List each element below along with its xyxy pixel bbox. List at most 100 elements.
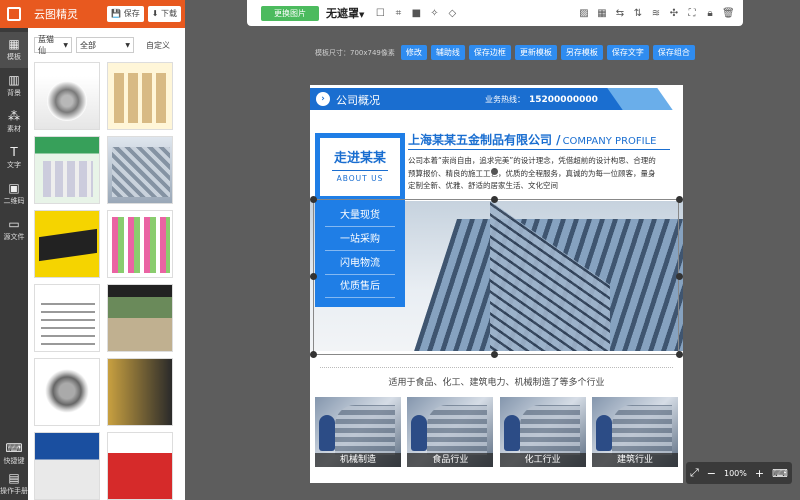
- template-thumbnail[interactable]: [34, 210, 100, 278]
- divider: [408, 149, 670, 150]
- zoom-in-button[interactable]: +: [755, 467, 764, 480]
- chevron-down-icon: ▼: [125, 41, 130, 49]
- rail-label: 文字: [7, 161, 21, 169]
- resize-handle[interactable]: [310, 351, 317, 358]
- chevron-down-icon: ▼: [359, 11, 365, 19]
- magic-wand-icon[interactable]: ✧: [428, 8, 440, 19]
- dotted-divider: [320, 367, 673, 368]
- eraser-icon[interactable]: ◇: [446, 8, 458, 19]
- template-size-text: 模板尺寸：700x749像素: [315, 48, 395, 57]
- template-thumbnail[interactable]: [34, 284, 100, 352]
- template-thumbnail[interactable]: [107, 62, 173, 130]
- save-border-button[interactable]: 保存边框: [468, 45, 511, 60]
- replace-image-button[interactable]: 更换图片: [261, 5, 319, 21]
- custom-link[interactable]: 自定义: [146, 40, 170, 51]
- resize-handle[interactable]: [310, 273, 317, 280]
- template-thumbnail[interactable]: [107, 210, 173, 278]
- lock-icon[interactable]: 🔒︎: [704, 8, 716, 19]
- keyboard-icon[interactable]: ⌨: [772, 467, 788, 480]
- guides-button[interactable]: 辅助线: [430, 45, 465, 60]
- resize-handle[interactable]: [310, 196, 317, 203]
- design-canvas[interactable]: › 公司概况 业务热线： 15200000000 上海某某五金制品有限公司 / CO…: [310, 85, 683, 483]
- resize-handle[interactable]: [491, 196, 498, 203]
- style-select-value: 蓝猫仙: [38, 35, 54, 55]
- industry-card[interactable]: 食品行业: [407, 397, 494, 467]
- section-header[interactable]: › 公司概况 业务热线： 15200000000: [310, 88, 683, 110]
- editor-toolbar: 更换图片 无遮罩▼ ☐ ⌗ ■ ✧ ◇ ▨ ▦ ⇆ ⇅ ≋ ✣ ⛶ 🔒︎ 🗑︎: [247, 0, 743, 26]
- fullscreen-icon[interactable]: ⛶: [686, 8, 698, 19]
- rail-item-manual[interactable]: ▤ 操作手册: [0, 466, 28, 500]
- chevron-down-icon: ▼: [63, 41, 68, 49]
- rotate-handle[interactable]: [491, 168, 498, 175]
- app-logo-icon[interactable]: [0, 0, 28, 28]
- rail-label: 源文件: [3, 233, 25, 241]
- update-template-button[interactable]: 更新模板: [514, 45, 557, 60]
- rail-item-template[interactable]: ▦ 模板: [0, 32, 28, 68]
- background-icon: ▥: [8, 73, 20, 87]
- download-label: 下载: [161, 9, 177, 18]
- mosaic-icon[interactable]: ▦: [596, 8, 608, 19]
- save-group-button[interactable]: 保存组合: [652, 45, 695, 60]
- industry-card[interactable]: 化工行业: [499, 397, 586, 467]
- image-icon[interactable]: ▨: [578, 8, 590, 19]
- rail-label: 模板: [7, 53, 21, 61]
- fit-screen-icon[interactable]: ⤢: [690, 466, 699, 480]
- rail-item-source[interactable]: ▭ 源文件: [0, 212, 28, 248]
- category-select[interactable]: 全部 ▼: [76, 37, 134, 53]
- style-select[interactable]: 蓝猫仙 ▼: [34, 35, 72, 55]
- feature-item: 闪电物流: [315, 253, 405, 275]
- save-text-button[interactable]: 保存文字: [606, 45, 649, 60]
- company-name-en: COMPANY PROFILE: [562, 136, 657, 147]
- rail-item-background[interactable]: ▥ 背景: [0, 68, 28, 104]
- fill-color-icon[interactable]: ■: [410, 8, 422, 19]
- download-button[interactable]: ⬇ 下载: [147, 6, 181, 22]
- zoom-out-button[interactable]: −: [707, 467, 716, 480]
- rail-item-material[interactable]: ⁂ 素材: [0, 104, 28, 140]
- template-icon: ▦: [8, 37, 20, 51]
- save-as-template-button[interactable]: 另存模板: [560, 45, 603, 60]
- industry-card-label: 机械制造: [315, 453, 401, 467]
- hotline-label: 业务热线：: [485, 95, 525, 104]
- panel-header: 云图精灵 💾 保存 ⬇ 下载: [28, 0, 185, 28]
- template-thumbnail[interactable]: [34, 62, 100, 130]
- template-grid: [28, 62, 185, 500]
- rail-item-text[interactable]: T 文字: [0, 140, 28, 176]
- checkbox-icon[interactable]: ☐: [374, 8, 386, 19]
- resize-handle[interactable]: [491, 351, 498, 358]
- fit-icon[interactable]: ✣: [668, 8, 680, 19]
- resize-handle[interactable]: [676, 273, 683, 280]
- rail-item-qrcode[interactable]: ▣ 二维码: [0, 176, 28, 212]
- flip-vertical-icon[interactable]: ⇅: [632, 8, 644, 19]
- template-thumbnail[interactable]: [107, 432, 173, 500]
- template-thumbnail[interactable]: [107, 284, 173, 352]
- resize-handle[interactable]: [676, 196, 683, 203]
- industry-card[interactable]: 机械制造: [315, 397, 401, 467]
- industry-text[interactable]: 适用于食品、化工、建筑电力、机械制造了等多个行业: [310, 375, 683, 388]
- template-thumbnail[interactable]: [34, 432, 100, 500]
- company-title[interactable]: 上海某某五金制品有限公司 / COMPANY PROFILE: [408, 131, 656, 148]
- save-button[interactable]: 💾 保存: [107, 6, 144, 22]
- about-box[interactable]: 走进某某 ABOUT US 大量现货 一站采购 闪电物流 优质售后: [315, 133, 405, 307]
- text-icon: T: [10, 145, 18, 159]
- edit-button[interactable]: 修改: [400, 45, 427, 60]
- industry-cards: 机械制造 食品行业 化工行业 建筑行业: [315, 397, 678, 467]
- crop-icon[interactable]: ⌗: [392, 8, 404, 19]
- delete-icon[interactable]: 🗑︎: [722, 8, 735, 19]
- flip-horizontal-icon[interactable]: ⇆: [614, 8, 626, 19]
- template-thumbnail[interactable]: [107, 358, 173, 426]
- template-thumbnail[interactable]: [107, 136, 173, 204]
- company-description[interactable]: 公司本着“崇尚自由，追求完美”的设计理念，凭借超前的设计构思、合理的预算报价、精…: [408, 155, 660, 193]
- hotline-number: 15200000000: [529, 95, 598, 105]
- canvas-action-bar: 模板尺寸：700x749像素 修改 辅助线 保存边框 更新模板 另存模板 保存文…: [315, 45, 699, 60]
- category-select-value: 全部: [80, 40, 96, 50]
- resize-handle[interactable]: [676, 351, 683, 358]
- rail-label: 操作手册: [0, 487, 28, 495]
- template-thumbnail[interactable]: [34, 136, 100, 204]
- template-thumbnail[interactable]: [34, 358, 100, 426]
- industry-card-label: 建筑行业: [591, 453, 678, 467]
- industry-card[interactable]: 建筑行业: [591, 397, 678, 467]
- zoom-control: ⤢ − 100% + ⌨: [686, 462, 792, 484]
- mask-select[interactable]: 无遮罩▼: [326, 5, 364, 21]
- keyboard-icon: ⌨: [5, 441, 23, 455]
- layers-icon[interactable]: ≋: [650, 8, 662, 19]
